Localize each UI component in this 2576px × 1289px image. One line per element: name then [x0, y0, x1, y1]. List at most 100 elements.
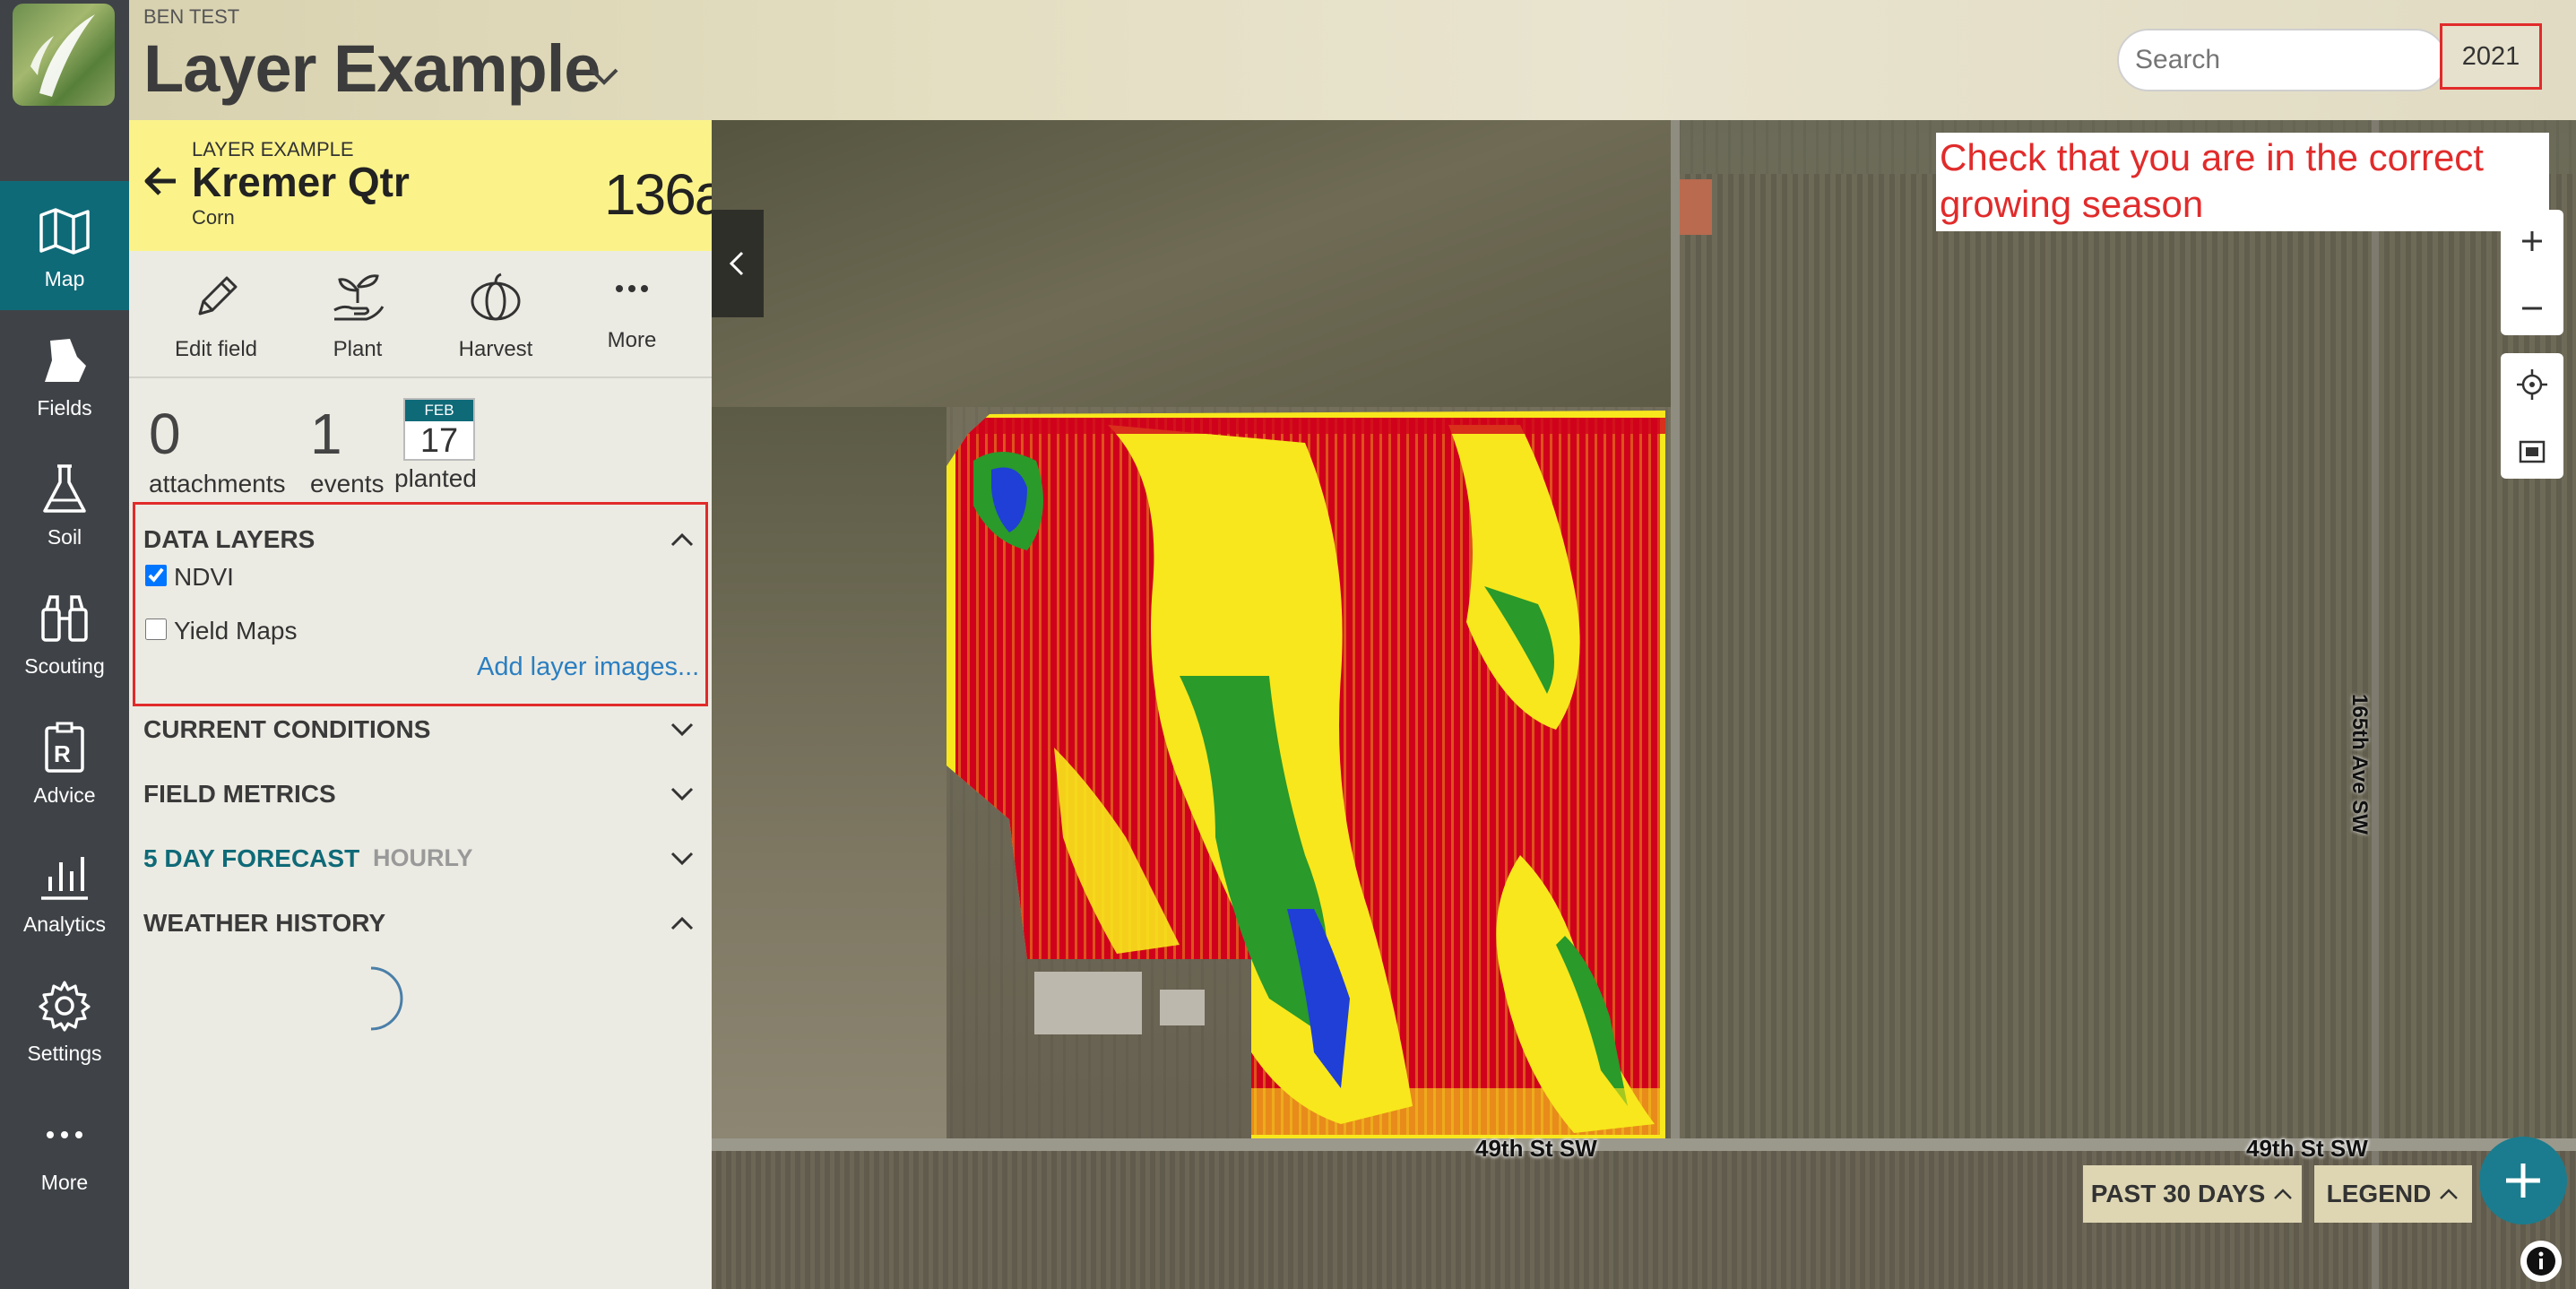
pencil-icon	[198, 276, 238, 316]
field-name: Kremer Qtr	[192, 159, 410, 205]
ndvi-label: NDVI	[174, 563, 234, 591]
nav-soil[interactable]: Soil	[0, 439, 129, 568]
events-stat[interactable]: 1 events	[310, 405, 385, 498]
more-actions-button[interactable]: More	[565, 264, 699, 371]
chevron-up-icon	[2274, 1189, 2293, 1199]
locate-icon[interactable]	[2501, 353, 2563, 416]
nav-scouting[interactable]: Scouting	[0, 568, 129, 697]
data-layers-header[interactable]: DATA LAYERS	[143, 525, 315, 554]
legend-label: LEGEND	[2326, 1180, 2432, 1207]
planted-day: 17	[419, 422, 459, 460]
map-info-button[interactable]	[2520, 1241, 2562, 1282]
terrain-patch	[712, 407, 947, 1138]
plus-icon	[2506, 1164, 2540, 1198]
action-label: Edit field	[174, 337, 258, 361]
chevron-down-icon[interactable]	[669, 721, 696, 739]
nav-settings[interactable]: Settings	[0, 956, 129, 1085]
gear-icon	[39, 981, 91, 1032]
sprout-icon	[333, 274, 385, 321]
field-card: LAYER EXAMPLE Kremer Qtr Corn 136ac	[129, 120, 753, 251]
search-input[interactable]	[2117, 29, 2447, 91]
building	[1676, 179, 1712, 235]
road-label: 49th St SW	[2246, 1135, 2368, 1162]
planted-month: FEB	[405, 400, 473, 421]
map-tools	[2501, 353, 2563, 479]
terrain-patch	[712, 120, 1671, 407]
satellite-map[interactable]: Check that you are in the correct growin…	[712, 120, 2576, 1289]
top-header: BEN TEST Layer Example 2021	[129, 0, 2576, 120]
yield-maps-checkbox[interactable]	[145, 619, 167, 640]
tutorial-annotation: Check that you are in the correct growin…	[1936, 133, 2549, 231]
past-days-label: PAST 30 DAYS	[2090, 1180, 2266, 1207]
current-conditions-header[interactable]: CURRENT CONDITIONS	[143, 715, 430, 744]
past-30-days-button[interactable]: PAST 30 DAYS	[2083, 1165, 2302, 1223]
road-label: 165th Ave SW	[2347, 694, 2372, 835]
fields-icon	[45, 339, 86, 382]
fit-bounds-icon[interactable]	[2501, 420, 2563, 483]
nav-analytics[interactable]: Analytics	[0, 826, 129, 956]
app-logo[interactable]	[13, 4, 115, 106]
season-year-selector[interactable]: 2021	[2440, 23, 2542, 90]
binoculars-icon	[41, 595, 88, 642]
leaf-logo-icon	[30, 14, 95, 97]
nav-advice[interactable]: R Advice	[0, 697, 129, 826]
more-dots-icon	[47, 1131, 82, 1138]
zoom-controls	[2501, 210, 2563, 335]
field-metrics-header[interactable]: FIELD METRICS	[143, 780, 336, 809]
add-layer-images-link[interactable]: Add layer images...	[477, 653, 699, 682]
legend-button[interactable]: LEGEND	[2314, 1165, 2472, 1223]
action-label: Plant	[333, 337, 383, 361]
page-title[interactable]: Layer Example	[143, 30, 601, 107]
hourly-tab[interactable]: HOURLY	[373, 844, 473, 872]
nav-label: Map	[44, 267, 85, 290]
info-icon	[2527, 1247, 2555, 1276]
attachments-label: attachments	[149, 470, 286, 497]
add-fab-button[interactable]	[2479, 1137, 2567, 1224]
yield-maps-label: Yield Maps	[174, 617, 298, 644]
planted-label: planted	[394, 464, 477, 492]
harvest-button[interactable]: Harvest	[428, 264, 563, 371]
road-label: 49th St SW	[1475, 1135, 1597, 1162]
nav-label: Soil	[47, 525, 82, 549]
zoom-in-icon[interactable]	[2501, 210, 2563, 273]
chevron-down-icon[interactable]	[669, 850, 696, 868]
ndvi-checkbox[interactable]	[145, 565, 167, 586]
plant-button[interactable]: Plant	[290, 264, 425, 371]
svg-text:R: R	[54, 740, 71, 767]
prescription-icon: R	[45, 722, 84, 773]
chevron-up-icon[interactable]	[669, 531, 696, 549]
weather-history-header[interactable]: WEATHER HISTORY	[143, 909, 385, 938]
back-arrow-icon[interactable]	[142, 161, 181, 201]
nav-more[interactable]: More	[0, 1085, 129, 1214]
nav-label: Scouting	[24, 654, 105, 678]
chevron-down-icon[interactable]	[669, 785, 696, 803]
nav-map[interactable]: Map	[0, 181, 129, 310]
zoom-out-icon[interactable]	[2501, 277, 2563, 340]
chevron-down-icon[interactable]	[586, 63, 622, 90]
pumpkin-icon	[471, 273, 521, 321]
divider	[129, 376, 712, 378]
forecast-tab[interactable]: 5 DAY FORECAST	[143, 844, 359, 873]
edit-field-button[interactable]: Edit field	[149, 264, 283, 371]
bar-chart-icon	[41, 857, 88, 900]
loading-spinner-icon	[370, 966, 403, 1031]
more-dots-icon	[616, 285, 648, 292]
field-detail-panel: LAYER EXAMPLE Kremer Qtr Corn 136ac Edit…	[129, 120, 753, 1289]
ndvi-layer-overlay[interactable]	[947, 407, 1665, 1138]
action-label: More	[607, 328, 657, 352]
collapse-panel-button[interactable]	[712, 210, 764, 317]
nav-label: Fields	[37, 396, 92, 420]
flask-icon	[43, 464, 86, 513]
planted-date-calendar[interactable]: FEB 17	[403, 398, 475, 461]
nav-fields[interactable]: Fields	[0, 310, 129, 439]
nav-label: Settings	[27, 1042, 102, 1065]
cropland-patch	[1680, 174, 2576, 1138]
chevron-up-icon[interactable]	[669, 914, 696, 932]
events-label: events	[310, 470, 385, 497]
organization-name: BEN TEST	[143, 5, 240, 28]
chevron-up-icon	[2440, 1189, 2459, 1199]
nav-label: Analytics	[22, 913, 107, 936]
road-vertical	[1671, 120, 1680, 1142]
chevron-left-icon	[729, 251, 744, 276]
road-vertical-east	[2372, 120, 2379, 1289]
